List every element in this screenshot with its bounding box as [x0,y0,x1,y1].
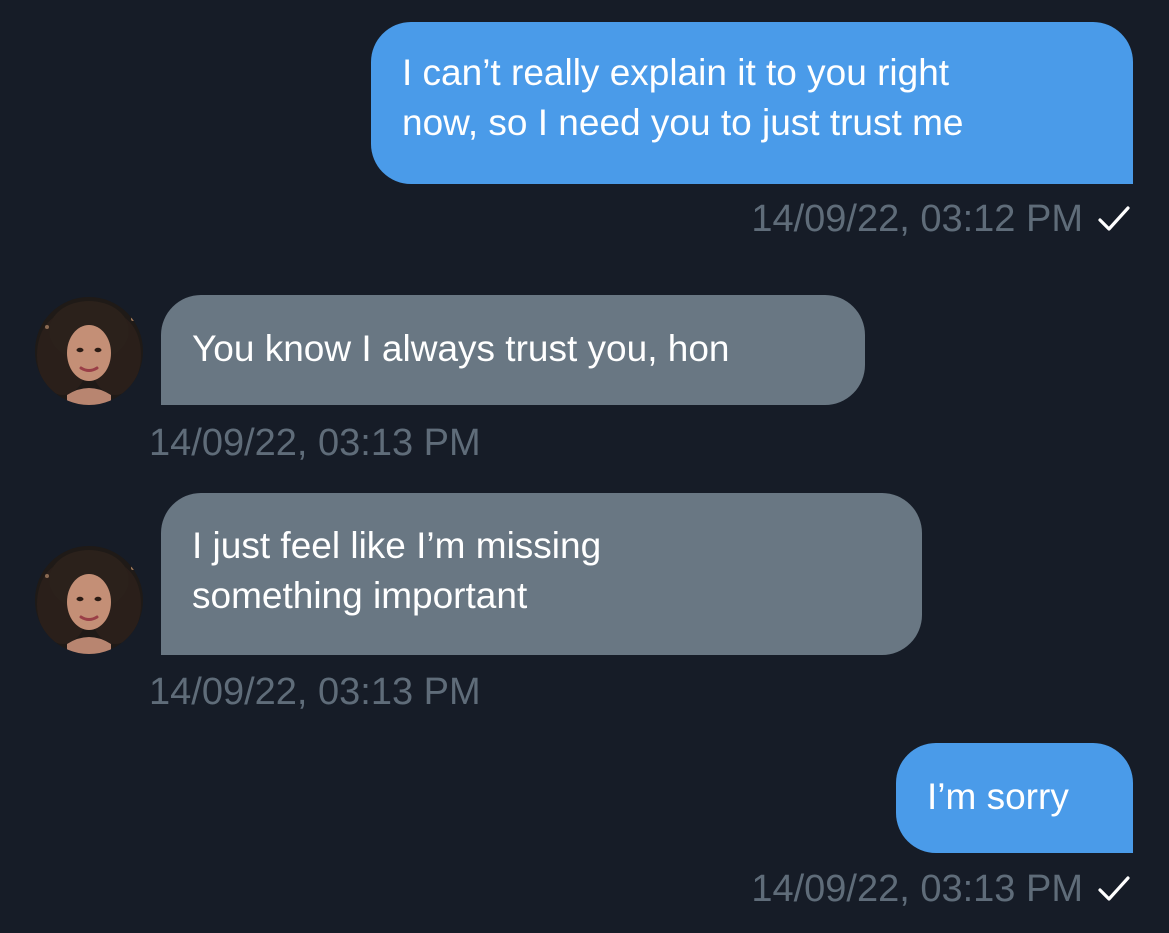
message-bubble-incoming[interactable]: I just feel like I’m missing something i… [161,493,922,655]
message-bubble-outgoing[interactable]: I’m sorry [896,743,1133,853]
check-icon [1098,206,1130,231]
message-bubble-incoming[interactable]: You know I always trust you, hon [161,295,865,405]
contact-avatar[interactable] [35,546,143,654]
message-bubble-outgoing[interactable]: I can’t really explain it to you right n… [371,22,1133,184]
message-timestamp: 14/09/22, 03:13 PM [751,868,1083,910]
message-meta: 14/09/22, 03:13 PM [751,867,1131,911]
message-timestamp: 14/09/22, 03:13 PM [149,422,481,464]
message-meta: 14/09/22, 03:12 PM [751,197,1131,241]
contact-avatar[interactable] [35,297,143,405]
message-timestamp: 14/09/22, 03:12 PM [751,198,1083,240]
conversation-view: { "messages": [ { "direction": "outgoing… [0,0,1169,933]
check-icon [1098,876,1130,901]
message-timestamp: 14/09/22, 03:13 PM [149,671,481,713]
